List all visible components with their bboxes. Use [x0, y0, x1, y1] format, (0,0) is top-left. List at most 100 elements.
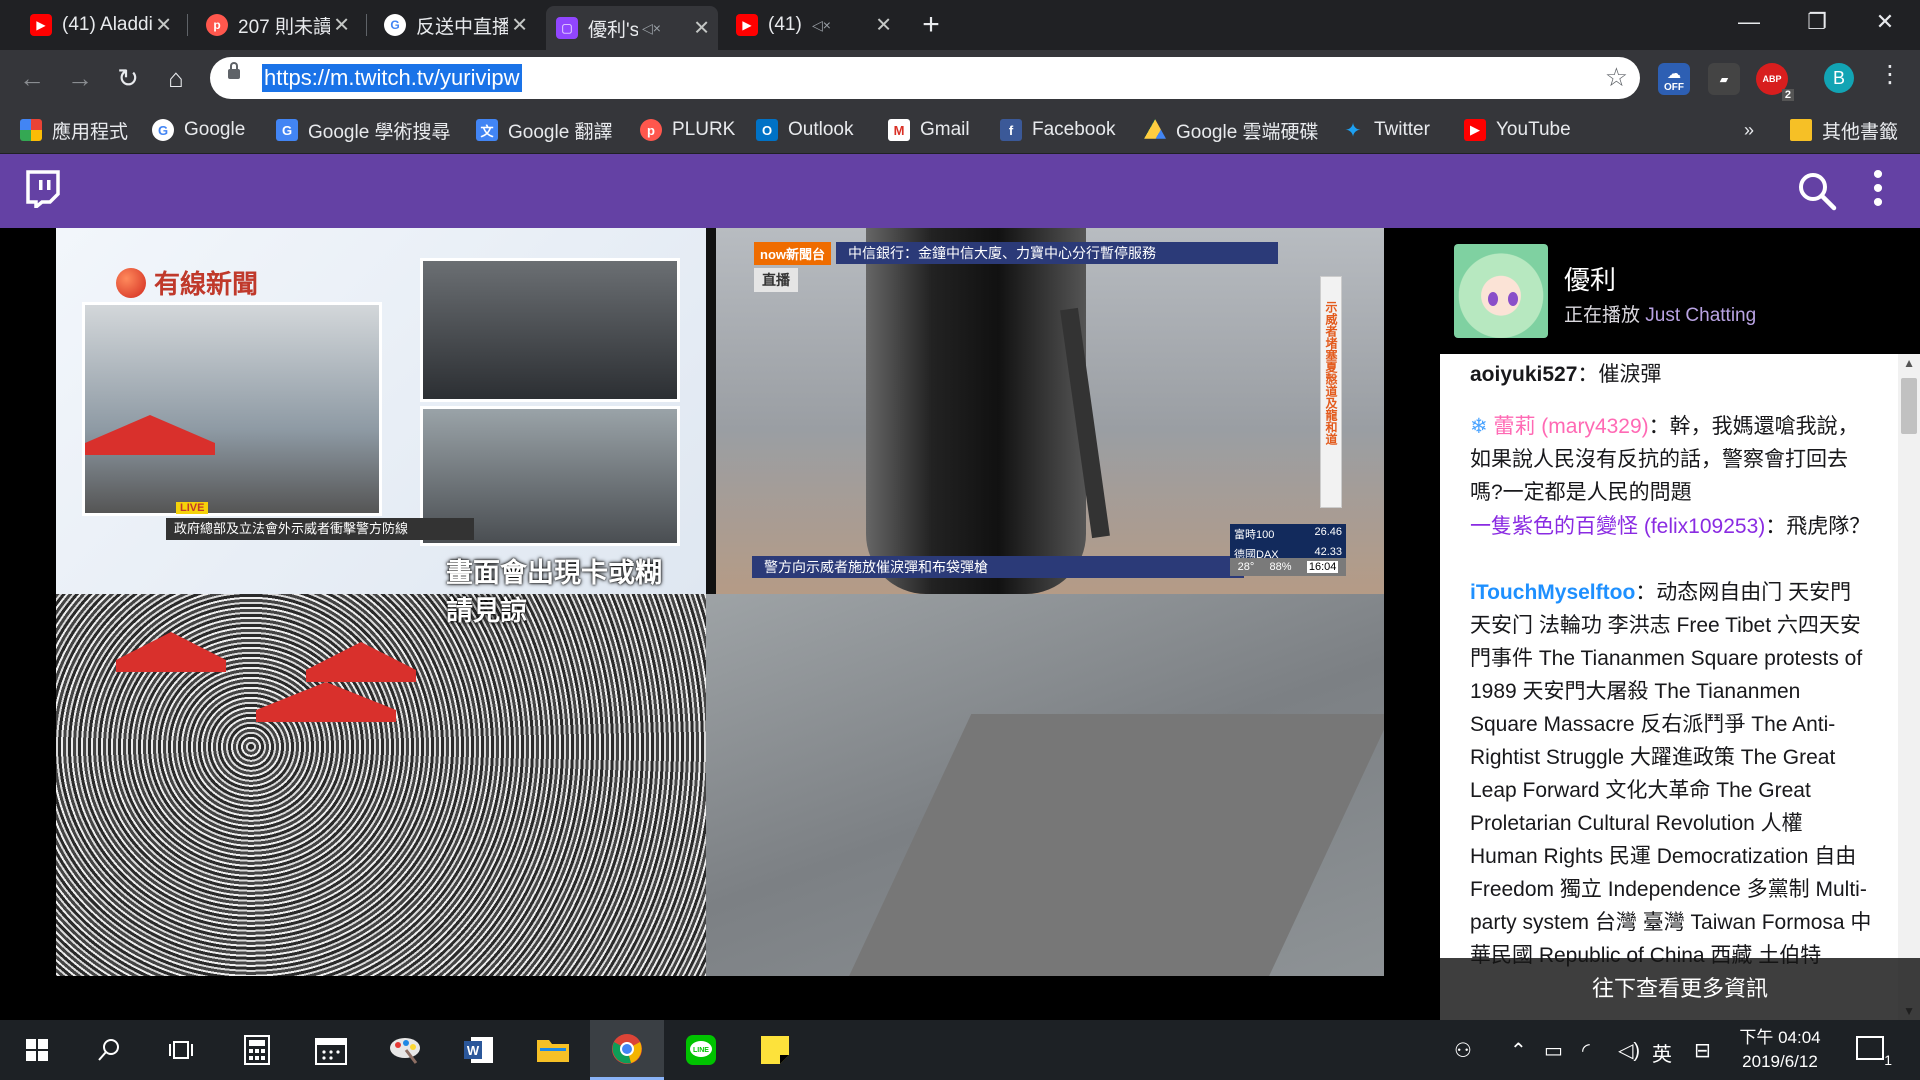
bookmark-label: Google 雲端硬碟: [1176, 121, 1319, 143]
chrome-menu-icon[interactable]: ⋮: [1878, 60, 1902, 89]
tab-title: 反送中直播: [416, 16, 508, 38]
url-text[interactable]: https://m.twitch.tv/yurivipw: [262, 64, 522, 92]
more-options-icon[interactable]: • • •: [1868, 160, 1888, 218]
audio-muted-icon[interactable]: ◁×: [812, 17, 832, 34]
system-clock[interactable]: 下午 04:04 2019/6/12: [1722, 1026, 1838, 1074]
close-tab-icon[interactable]: ✕: [155, 13, 172, 38]
other-bookmarks[interactable]: 其他書籤: [1790, 116, 1898, 144]
chat-username[interactable]: 蕾莉 (mary4329): [1493, 415, 1648, 438]
twitch-logo-icon[interactable]: [24, 170, 62, 208]
video-quadrant-street: [706, 594, 1384, 976]
calendar-icon[interactable]: [294, 1020, 368, 1080]
reload-button[interactable]: ↻: [110, 60, 146, 96]
now-ticker-top: 中信銀行：金鐘中信大廈、力寶中心分行暫停服務: [836, 242, 1278, 264]
outlook-icon: O: [756, 119, 778, 141]
task-view-icon[interactable]: [144, 1020, 218, 1080]
bookmark-facebook[interactable]: f Facebook: [1000, 116, 1115, 144]
windows-start-icon[interactable]: [0, 1020, 74, 1080]
stream-notice-line1: 畫面會出現卡或糊: [446, 558, 662, 588]
more-messages-button[interactable]: 往下查看更多資訊: [1440, 958, 1920, 1020]
calculator-icon[interactable]: [220, 1020, 294, 1080]
file-explorer-icon[interactable]: [516, 1020, 590, 1080]
forward-button[interactable]: →: [62, 60, 98, 96]
tab-plurk[interactable]: p 207 則未讀 ✕: [196, 6, 358, 44]
bookmark-twitter[interactable]: ✦ Twitter: [1342, 116, 1430, 144]
restore-button[interactable]: ❐: [1782, 0, 1852, 44]
close-tab-icon[interactable]: ✕: [693, 16, 710, 41]
extension-off-icon[interactable]: ☁ OFF: [1658, 63, 1690, 95]
channel-avatar[interactable]: [1454, 244, 1548, 338]
people-icon[interactable]: ⚇: [1454, 1038, 1472, 1063]
line-icon[interactable]: LINE: [664, 1020, 738, 1080]
bookmark-label: Google 翻譯: [508, 121, 613, 143]
bookmark-google[interactable]: G Google: [152, 116, 245, 144]
chat-separator: ：: [1648, 415, 1670, 438]
search-icon[interactable]: [72, 1020, 146, 1080]
audio-muted-icon[interactable]: ◁×: [642, 20, 662, 37]
bookmark-google-translate[interactable]: 文 Google 翻譯: [476, 116, 613, 144]
bookmarks-overflow-button[interactable]: »: [1744, 116, 1754, 144]
channel-name[interactable]: 優利: [1564, 260, 1616, 297]
action-center-icon[interactable]: 1: [1856, 1036, 1892, 1068]
bookmark-google-drive[interactable]: Google 雲端硬碟: [1144, 116, 1319, 144]
bookmark-gmail[interactable]: M Gmail: [888, 116, 970, 144]
tab-youtube-aladdin[interactable]: ▶ (41) Aladdin ✕: [20, 6, 180, 44]
youtube-icon: ▶: [30, 14, 52, 36]
chat-username[interactable]: aoiyuki527: [1470, 363, 1577, 386]
close-window-button[interactable]: ✕: [1850, 0, 1920, 44]
chat-list[interactable]: aoiyuki527：催淚彈 ❄ 蕾莉 (mary4329)：幹，我媽還嗆我說，…: [1440, 354, 1920, 1020]
bookmark-label: Google: [184, 119, 246, 140]
battery-icon[interactable]: ▭: [1544, 1038, 1563, 1063]
google-icon: G: [384, 14, 406, 36]
bookmark-apps[interactable]: 應用程式: [20, 116, 128, 144]
tab-title: 207 則未讀: [238, 16, 330, 38]
lock-icon[interactable]: [228, 62, 240, 79]
bookmark-star-icon[interactable]: ☆: [1605, 62, 1628, 93]
chrome-icon[interactable]: [590, 1020, 664, 1080]
bookmark-label: Twitter: [1374, 119, 1430, 140]
apps-grid-icon: [20, 119, 42, 141]
ime-indicator[interactable]: 英: [1652, 1038, 1672, 1067]
cast-icon[interactable]: ▰: [1708, 63, 1740, 95]
game-link[interactable]: Just Chatting: [1645, 305, 1756, 326]
scrollbar-thumb[interactable]: [1901, 378, 1917, 434]
paint-icon[interactable]: [368, 1020, 442, 1080]
bookmark-outlook[interactable]: O Outlook: [756, 116, 853, 144]
video-player[interactable]: 有線新聞 LIVE 政府總部及立法會外示威者衝擊警方防線 now新聞台 中信銀行…: [56, 228, 1384, 976]
search-icon[interactable]: [1796, 170, 1838, 212]
scroll-up-icon[interactable]: ▲: [1903, 356, 1915, 370]
word-icon[interactable]: W: [442, 1020, 516, 1080]
tab-google-search[interactable]: G 反送中直播 ✕: [374, 6, 536, 44]
bookmark-youtube[interactable]: ▶ YouTube: [1464, 116, 1571, 144]
stream-notice-line2: 請見諒: [446, 596, 527, 626]
plurk-icon: p: [640, 119, 662, 141]
volume-icon[interactable]: ◁): [1618, 1038, 1640, 1063]
profile-avatar[interactable]: B: [1824, 63, 1854, 93]
bookmark-plurk[interactable]: p PLURK: [640, 116, 735, 144]
tab-twitch-active[interactable]: ▢ 優利's ◁× ✕: [546, 6, 718, 50]
svg-text:W: W: [467, 1043, 480, 1058]
address-bar[interactable]: https://m.twitch.tv/yurivipw ☆: [210, 57, 1640, 99]
ime-mode-icon[interactable]: ⊟: [1694, 1038, 1711, 1063]
chat-username[interactable]: 一隻紫色的百變怪 (felix109253): [1470, 515, 1765, 538]
close-tab-icon[interactable]: ✕: [875, 13, 892, 38]
stock-1-name: 富時100: [1234, 529, 1275, 541]
close-tab-icon[interactable]: ✕: [511, 13, 528, 38]
svg-text:LINE: LINE: [693, 1047, 709, 1054]
tab-youtube-41[interactable]: ▶ (41) ◁× ✕: [726, 6, 900, 44]
show-hidden-icons-chevron[interactable]: ⌃: [1510, 1038, 1527, 1063]
sticky-notes-icon[interactable]: [738, 1020, 812, 1080]
tab-strip: ▶ (41) Aladdin ✕ p 207 則未讀 ✕ G 反送中直播 ✕ ▢…: [0, 0, 1920, 50]
back-button[interactable]: ←: [14, 60, 50, 96]
chat-username[interactable]: iTouchMyselftoo: [1470, 581, 1635, 604]
new-tab-button[interactable]: +: [914, 8, 948, 42]
wifi-icon[interactable]: ◜: [1582, 1038, 1590, 1063]
chat-scrollbar[interactable]: ▲ ▼: [1898, 354, 1920, 1020]
minimize-button[interactable]: —: [1714, 0, 1784, 44]
cable-logo-icon: [116, 267, 146, 298]
home-button[interactable]: ⌂: [158, 60, 194, 96]
close-tab-icon[interactable]: ✕: [333, 13, 350, 38]
bookmark-google-scholar[interactable]: G Google 學術搜尋: [276, 116, 451, 144]
adblock-plus-icon[interactable]: ABP 2: [1756, 63, 1794, 101]
chat-separator: ：: [1577, 363, 1599, 386]
